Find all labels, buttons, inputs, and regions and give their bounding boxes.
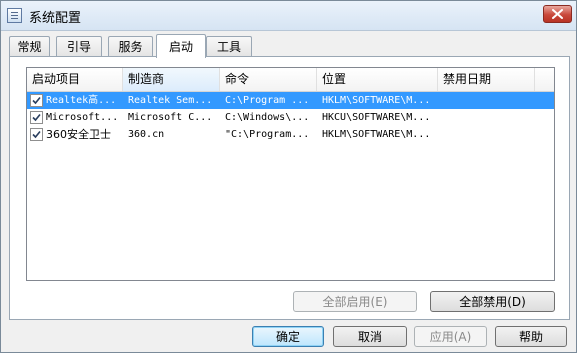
list-header: 启动项目 制造商 命令 位置 禁用日期 (27, 68, 554, 92)
column-header-startup-item[interactable]: 启动项目 (27, 68, 123, 91)
disable-all-button[interactable]: 全部禁用(D) (430, 291, 555, 312)
tab-tools[interactable]: 工具 (206, 36, 252, 56)
tab-services[interactable]: 服务 (108, 36, 153, 56)
item-name: Microsoft... (46, 112, 119, 123)
close-icon (552, 9, 563, 19)
window-title: 系统配置 (29, 11, 82, 26)
column-header-command[interactable]: 命令 (220, 68, 317, 91)
startup-checkbox[interactable] (30, 94, 43, 107)
column-header-disabled-date[interactable]: 禁用日期 (438, 68, 535, 91)
ok-button[interactable]: 确定 (252, 326, 324, 347)
item-manufacturer: 360.cn (128, 129, 165, 140)
help-button[interactable]: 帮助 (495, 326, 567, 347)
item-name: 360安全卫士 (46, 128, 111, 141)
column-header-location[interactable]: 位置 (317, 68, 438, 91)
tab-startup[interactable]: 启动 (156, 34, 206, 58)
apply-button[interactable]: 应用(A) (414, 326, 487, 347)
startup-checkbox[interactable] (30, 111, 43, 124)
system-config-window: 系统配置 常规 引导 服务 启动 工具 启动项目 制造商 命令 位置 禁用日期 (0, 0, 577, 353)
item-disabled-date (443, 109, 533, 126)
checkmark-icon (32, 113, 41, 122)
system-config-icon (7, 8, 22, 23)
title-bar[interactable]: 系统配置 (1, 1, 576, 31)
column-header-manufacturer[interactable]: 制造商 (123, 68, 220, 91)
list-item[interactable]: 360安全卫士 360.cn "C:\Program... HKLM\SOFTW… (27, 126, 554, 143)
item-location: HKLM\SOFTWARE\M... (322, 95, 431, 106)
item-command: C:\Program ... (225, 95, 310, 106)
item-location: HKLM\SOFTWARE\M... (322, 129, 431, 140)
item-manufacturer: Microsoft C... (128, 112, 213, 123)
cancel-button[interactable]: 取消 (333, 326, 407, 347)
list-item[interactable]: Microsoft... Microsoft C... C:\Windows\.… (27, 109, 554, 126)
tab-boot[interactable]: 引导 (56, 36, 102, 56)
checkmark-icon (32, 96, 41, 105)
enable-all-button[interactable]: 全部启用(E) (293, 291, 417, 312)
item-command: "C:\Program... (225, 129, 310, 140)
startup-list[interactable]: 启动项目 制造商 命令 位置 禁用日期 Realtek高... Realtek … (26, 67, 555, 281)
close-button[interactable] (543, 5, 572, 23)
list-item[interactable]: Realtek高... Realtek Sem... C:\Program ..… (27, 92, 554, 109)
checkmark-icon (32, 130, 41, 139)
startup-checkbox[interactable] (30, 128, 43, 141)
item-command: C:\Windows\... (225, 112, 310, 123)
item-disabled-date (443, 126, 533, 143)
tab-general[interactable]: 常规 (9, 36, 50, 56)
item-name: Realtek高... (46, 95, 117, 106)
item-location: HKCU\SOFTWARE\M... (322, 112, 431, 123)
item-disabled-date (443, 92, 533, 109)
startup-panel: 启动项目 制造商 命令 位置 禁用日期 Realtek高... Realtek … (9, 56, 570, 320)
item-manufacturer: Realtek Sem... (128, 95, 213, 106)
